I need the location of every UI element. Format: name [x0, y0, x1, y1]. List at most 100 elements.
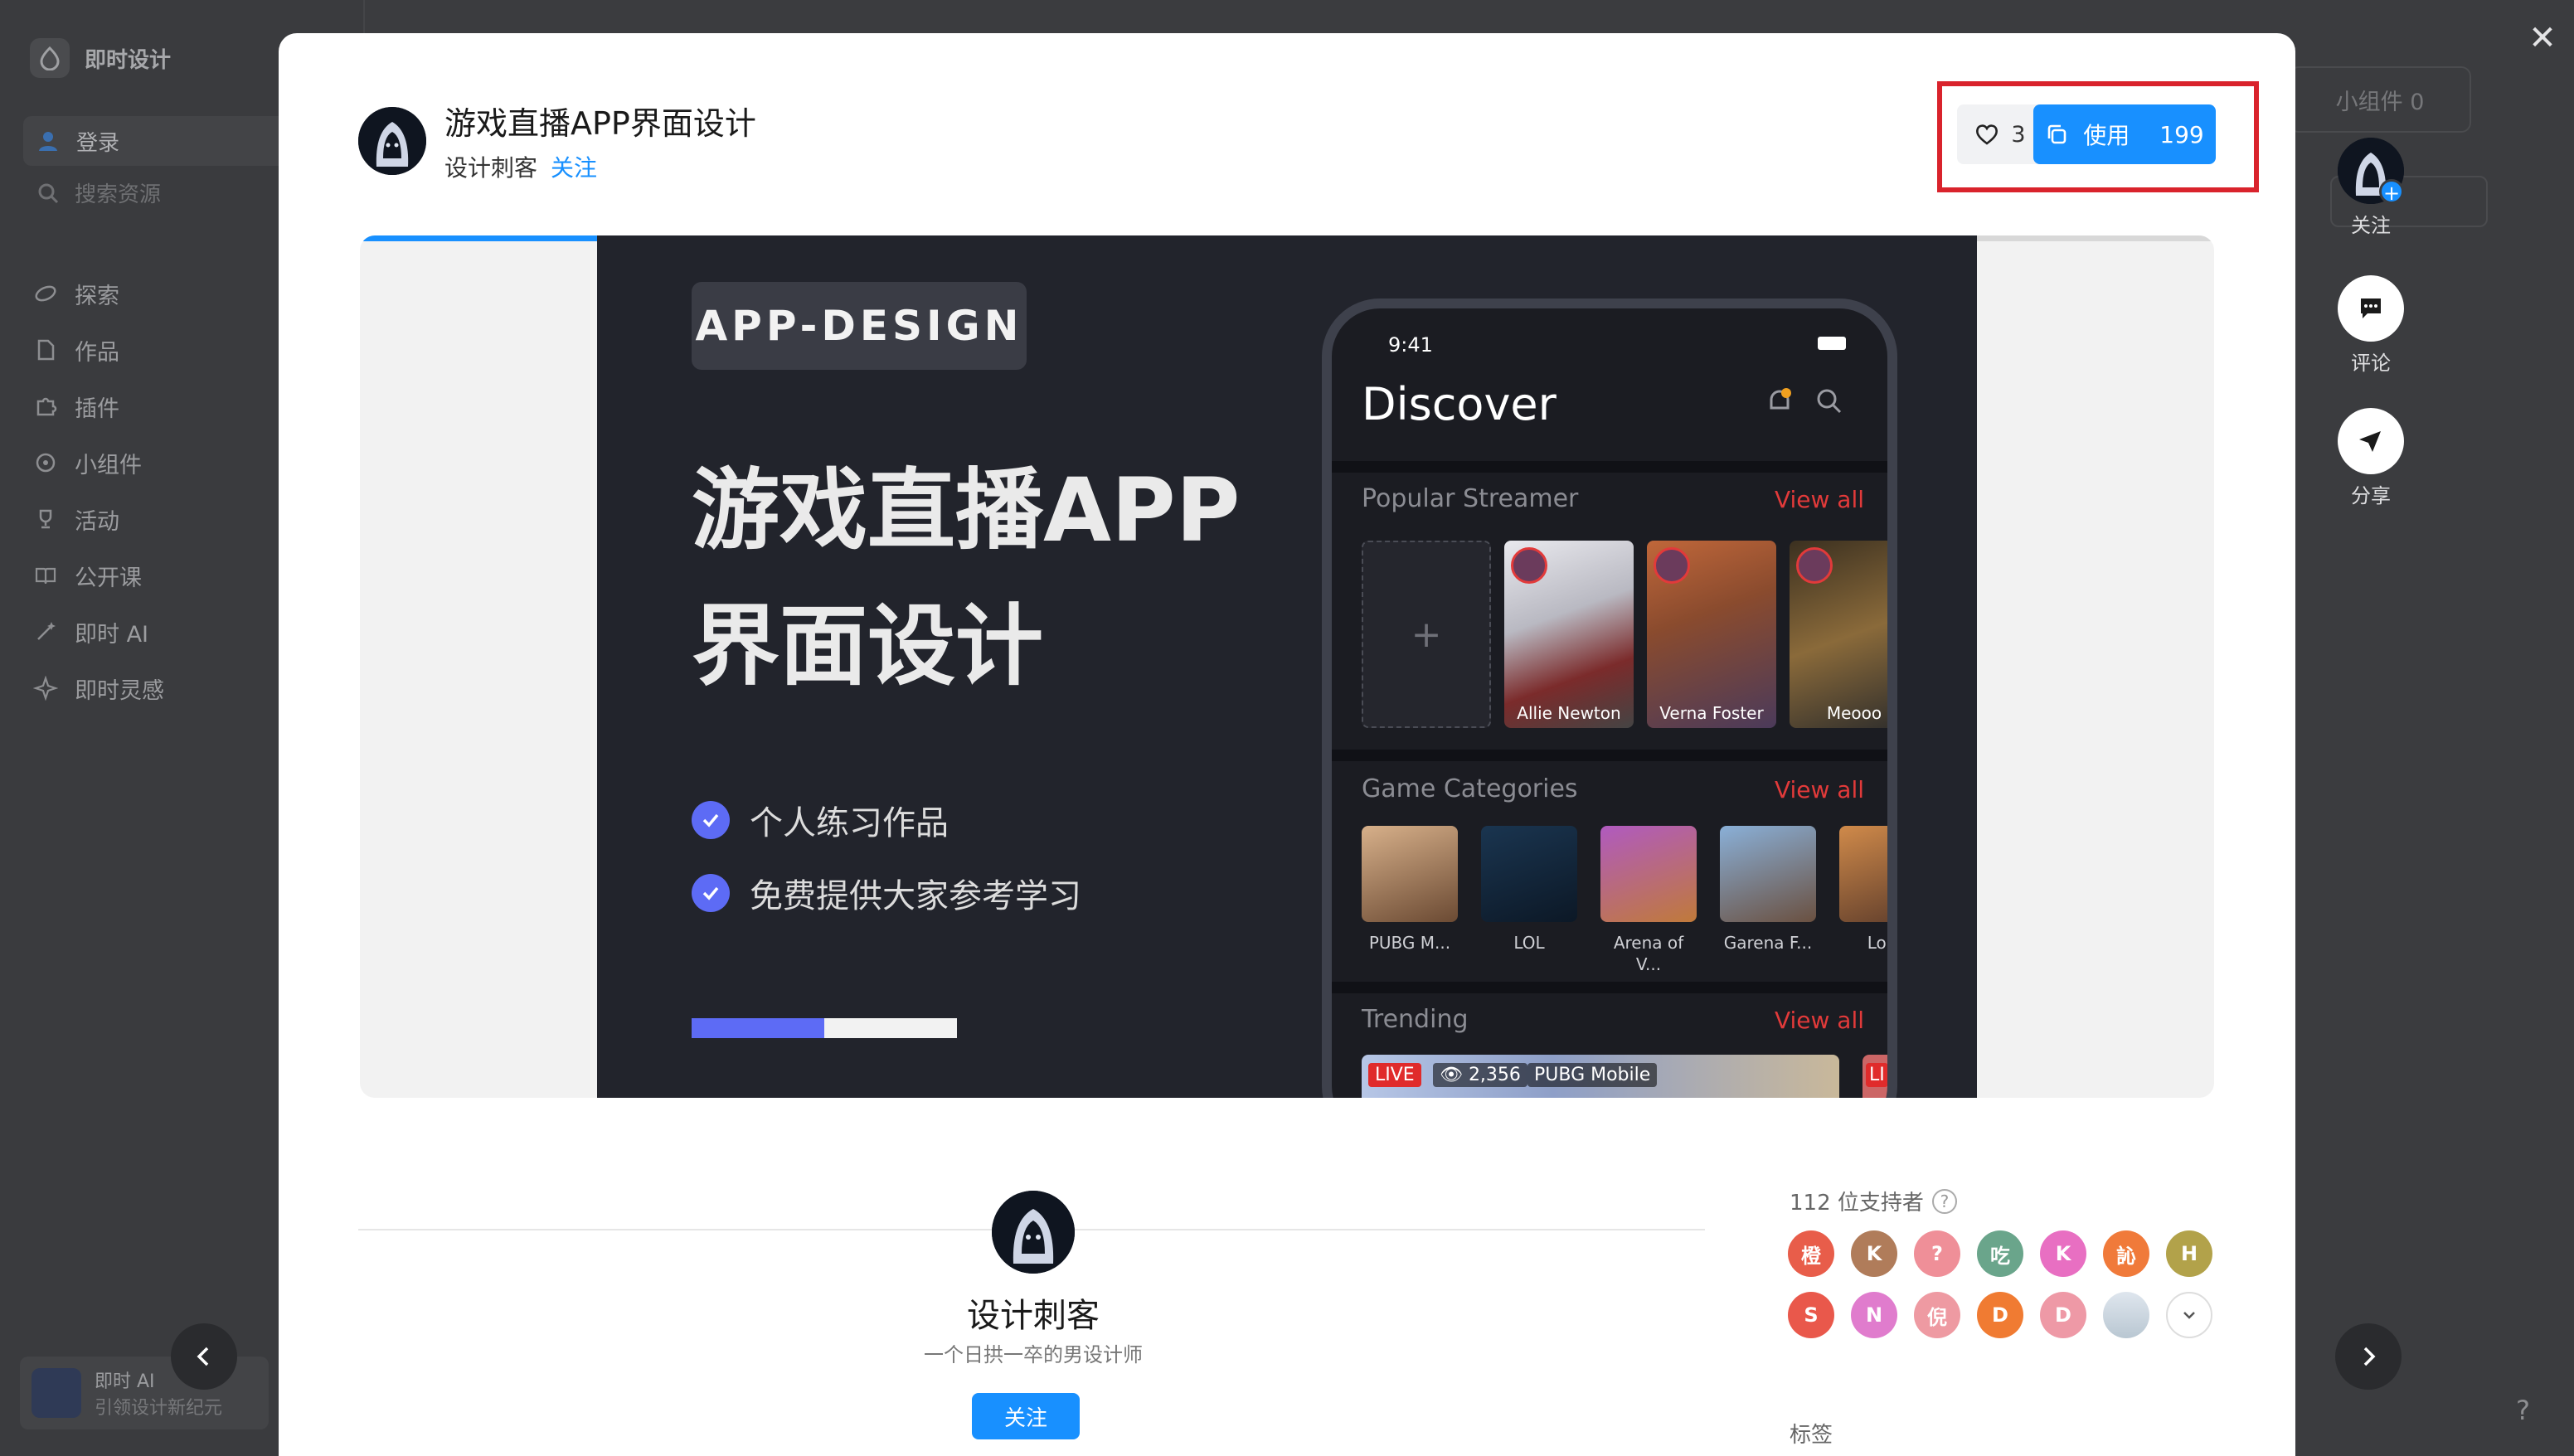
- next-button[interactable]: [2335, 1323, 2402, 1390]
- category-item: PUBG M...: [1362, 826, 1458, 954]
- supporter-avatar[interactable]: S: [1788, 1292, 1834, 1338]
- file-icon: [37, 339, 55, 361]
- brand[interactable]: 即时设计: [30, 38, 171, 78]
- supporter-avatar[interactable]: K: [2040, 1230, 2086, 1277]
- preview-image[interactable]: APP-DESIGN 游戏直播APP 界面设计 个人练习作品 免费提供大家参考学…: [360, 235, 2214, 1098]
- avatar: [1654, 547, 1690, 584]
- tab-widgets[interactable]: 小组件 0: [2289, 66, 2471, 133]
- phone-time: 9:41: [1388, 333, 1433, 357]
- popular-title: Popular Streamer: [1362, 484, 1579, 513]
- supporters-title: 112 位支持者 ?: [1790, 1186, 1957, 1216]
- share-button[interactable]: 分享: [2334, 408, 2408, 508]
- trophy-icon: [39, 509, 52, 529]
- category-item: Garena F...: [1720, 826, 1816, 954]
- close-icon[interactable]: ✕: [2526, 22, 2559, 55]
- chevron-right-icon: [2363, 1347, 2376, 1366]
- supporter-avatar[interactable]: N: [1851, 1292, 1897, 1338]
- detail-modal: 游戏直播APP界面设计 设计刺客 关注 3 使用 199 APP-DESIGN …: [279, 33, 2295, 1456]
- chevron-left-icon: [197, 1347, 209, 1366]
- design-artboard: APP-DESIGN 游戏直播APP 界面设计 个人练习作品 免费提供大家参考学…: [597, 235, 1977, 1098]
- sidebar-item-plugins[interactable]: 插件: [33, 378, 164, 434]
- comment-button[interactable]: 评论: [2334, 275, 2408, 376]
- sidebar-item-inspiration[interactable]: 即时灵感: [33, 660, 164, 716]
- supporter-avatar[interactable]: D: [2040, 1292, 2086, 1338]
- sidebar-item-label: 作品: [75, 339, 119, 366]
- supporter-avatar[interactable]: 吃: [1977, 1230, 2023, 1277]
- check-label: 个人练习作品: [750, 804, 949, 842]
- game-badge: PUBG Mobile: [1527, 1063, 1658, 1087]
- streamer-name: Meooo: [1826, 703, 1882, 723]
- supporter-avatar[interactable]: ?: [1914, 1230, 1960, 1277]
- decor-bar-fill: [692, 1018, 824, 1038]
- supporter-avatar[interactable]: H: [2166, 1230, 2212, 1277]
- brand-name: 即时设计: [85, 47, 172, 73]
- sidebar-item-events[interactable]: 活动: [33, 491, 164, 547]
- author-section-desc: 一个日拱一卒的男设计师: [924, 1343, 1143, 1366]
- modal-header: 游戏直播APP界面设计 设计刺客 关注: [358, 98, 756, 183]
- sidebar-item-explore[interactable]: 探索: [33, 265, 164, 322]
- category-item: LOL: [1481, 826, 1577, 954]
- sidebar-item-label: 活动: [75, 508, 119, 535]
- author-section-name[interactable]: 设计刺客: [743, 1289, 1323, 1337]
- heart-icon: [1976, 124, 1998, 145]
- follow-link[interactable]: 关注: [551, 150, 597, 183]
- comment-label: 评论: [2351, 352, 2391, 375]
- question-icon[interactable]: ?: [1931, 1188, 1957, 1214]
- sidebar-item-works[interactable]: 作品: [33, 322, 164, 378]
- send-icon: [2359, 431, 2381, 452]
- search-icon: [1817, 389, 1842, 414]
- supporter-avatar[interactable]: K: [1851, 1230, 1897, 1277]
- avatar: [1796, 547, 1833, 584]
- check-label: 免费提供大家参考学习: [750, 877, 1081, 915]
- sidebar-item-label: 小组件: [75, 452, 142, 478]
- add-streamer-tile: +: [1362, 541, 1491, 728]
- expand-supporters-button[interactable]: [2166, 1292, 2212, 1338]
- design-title: 游戏直播APP 界面设计: [692, 443, 1240, 715]
- sidebar-item-ai[interactable]: 即时 AI: [33, 604, 164, 660]
- sidebar-item-label: 即时 AI: [75, 621, 149, 648]
- like-button[interactable]: 3: [1957, 104, 2043, 164]
- category-item: Arena of V...: [1600, 826, 1697, 975]
- bell-icon: [1770, 388, 1791, 410]
- supporter-avatar[interactable]: 倪: [1914, 1292, 1960, 1338]
- explore-icon: [35, 285, 56, 302]
- sidebar-item-courses[interactable]: 公开课: [33, 547, 164, 604]
- check-icon: [692, 874, 730, 912]
- share-label: 分享: [2351, 484, 2391, 507]
- trending-title: Trending: [1362, 1005, 1469, 1034]
- author-name[interactable]: 设计刺客: [444, 150, 537, 183]
- help-icon[interactable]: ?: [2516, 1395, 2530, 1426]
- copy-icon: [2047, 124, 2066, 144]
- supporter-avatar[interactable]: 訫: [2103, 1230, 2149, 1277]
- tags-title: 标签: [1790, 1423, 1833, 1448]
- comment-icon: [2361, 298, 2381, 318]
- page-title: 游戏直播APP界面设计: [444, 105, 756, 142]
- supporter-avatar[interactable]: [2103, 1292, 2149, 1338]
- views-count: 2,356: [1468, 1065, 1521, 1085]
- sidebar-item-label: 探索: [75, 283, 119, 309]
- follow-author-button[interactable]: + 关注: [2334, 138, 2408, 238]
- tab-widgets-label: 小组件 0: [2335, 89, 2425, 115]
- ai-logo-icon: [32, 1368, 81, 1418]
- decor-bar: [692, 1018, 957, 1038]
- search-placeholder: 搜索资源: [75, 182, 162, 207]
- supporters-grid: 橙 K? 吃 K 訫 H S N 倪 D D: [1788, 1230, 2227, 1338]
- sidebar-item-widgets[interactable]: 小组件: [33, 434, 164, 491]
- sidebar-item-label: 即时灵感: [75, 677, 164, 704]
- follow-button[interactable]: 关注: [972, 1393, 1080, 1439]
- supporter-avatar[interactable]: 橙: [1788, 1230, 1834, 1277]
- view-all-link: View all: [1774, 486, 1864, 513]
- phone-divider: [1332, 982, 1887, 993]
- category-name: LOL: [1513, 933, 1545, 953]
- views-badge: 👁 2,356: [1433, 1063, 1527, 1087]
- streamer-card: Verna Foster: [1647, 541, 1776, 728]
- trending-card: LI: [1863, 1055, 1887, 1098]
- prev-button[interactable]: [171, 1323, 237, 1390]
- supporter-avatar[interactable]: D: [1977, 1292, 2023, 1338]
- author-avatar-large[interactable]: [992, 1191, 1075, 1274]
- user-icon: [39, 132, 57, 151]
- plus-icon: +: [2379, 179, 2404, 205]
- use-button[interactable]: 使用 199: [2033, 104, 2216, 164]
- author-avatar[interactable]: [358, 106, 426, 175]
- search-input[interactable]: 搜索资源: [36, 177, 161, 208]
